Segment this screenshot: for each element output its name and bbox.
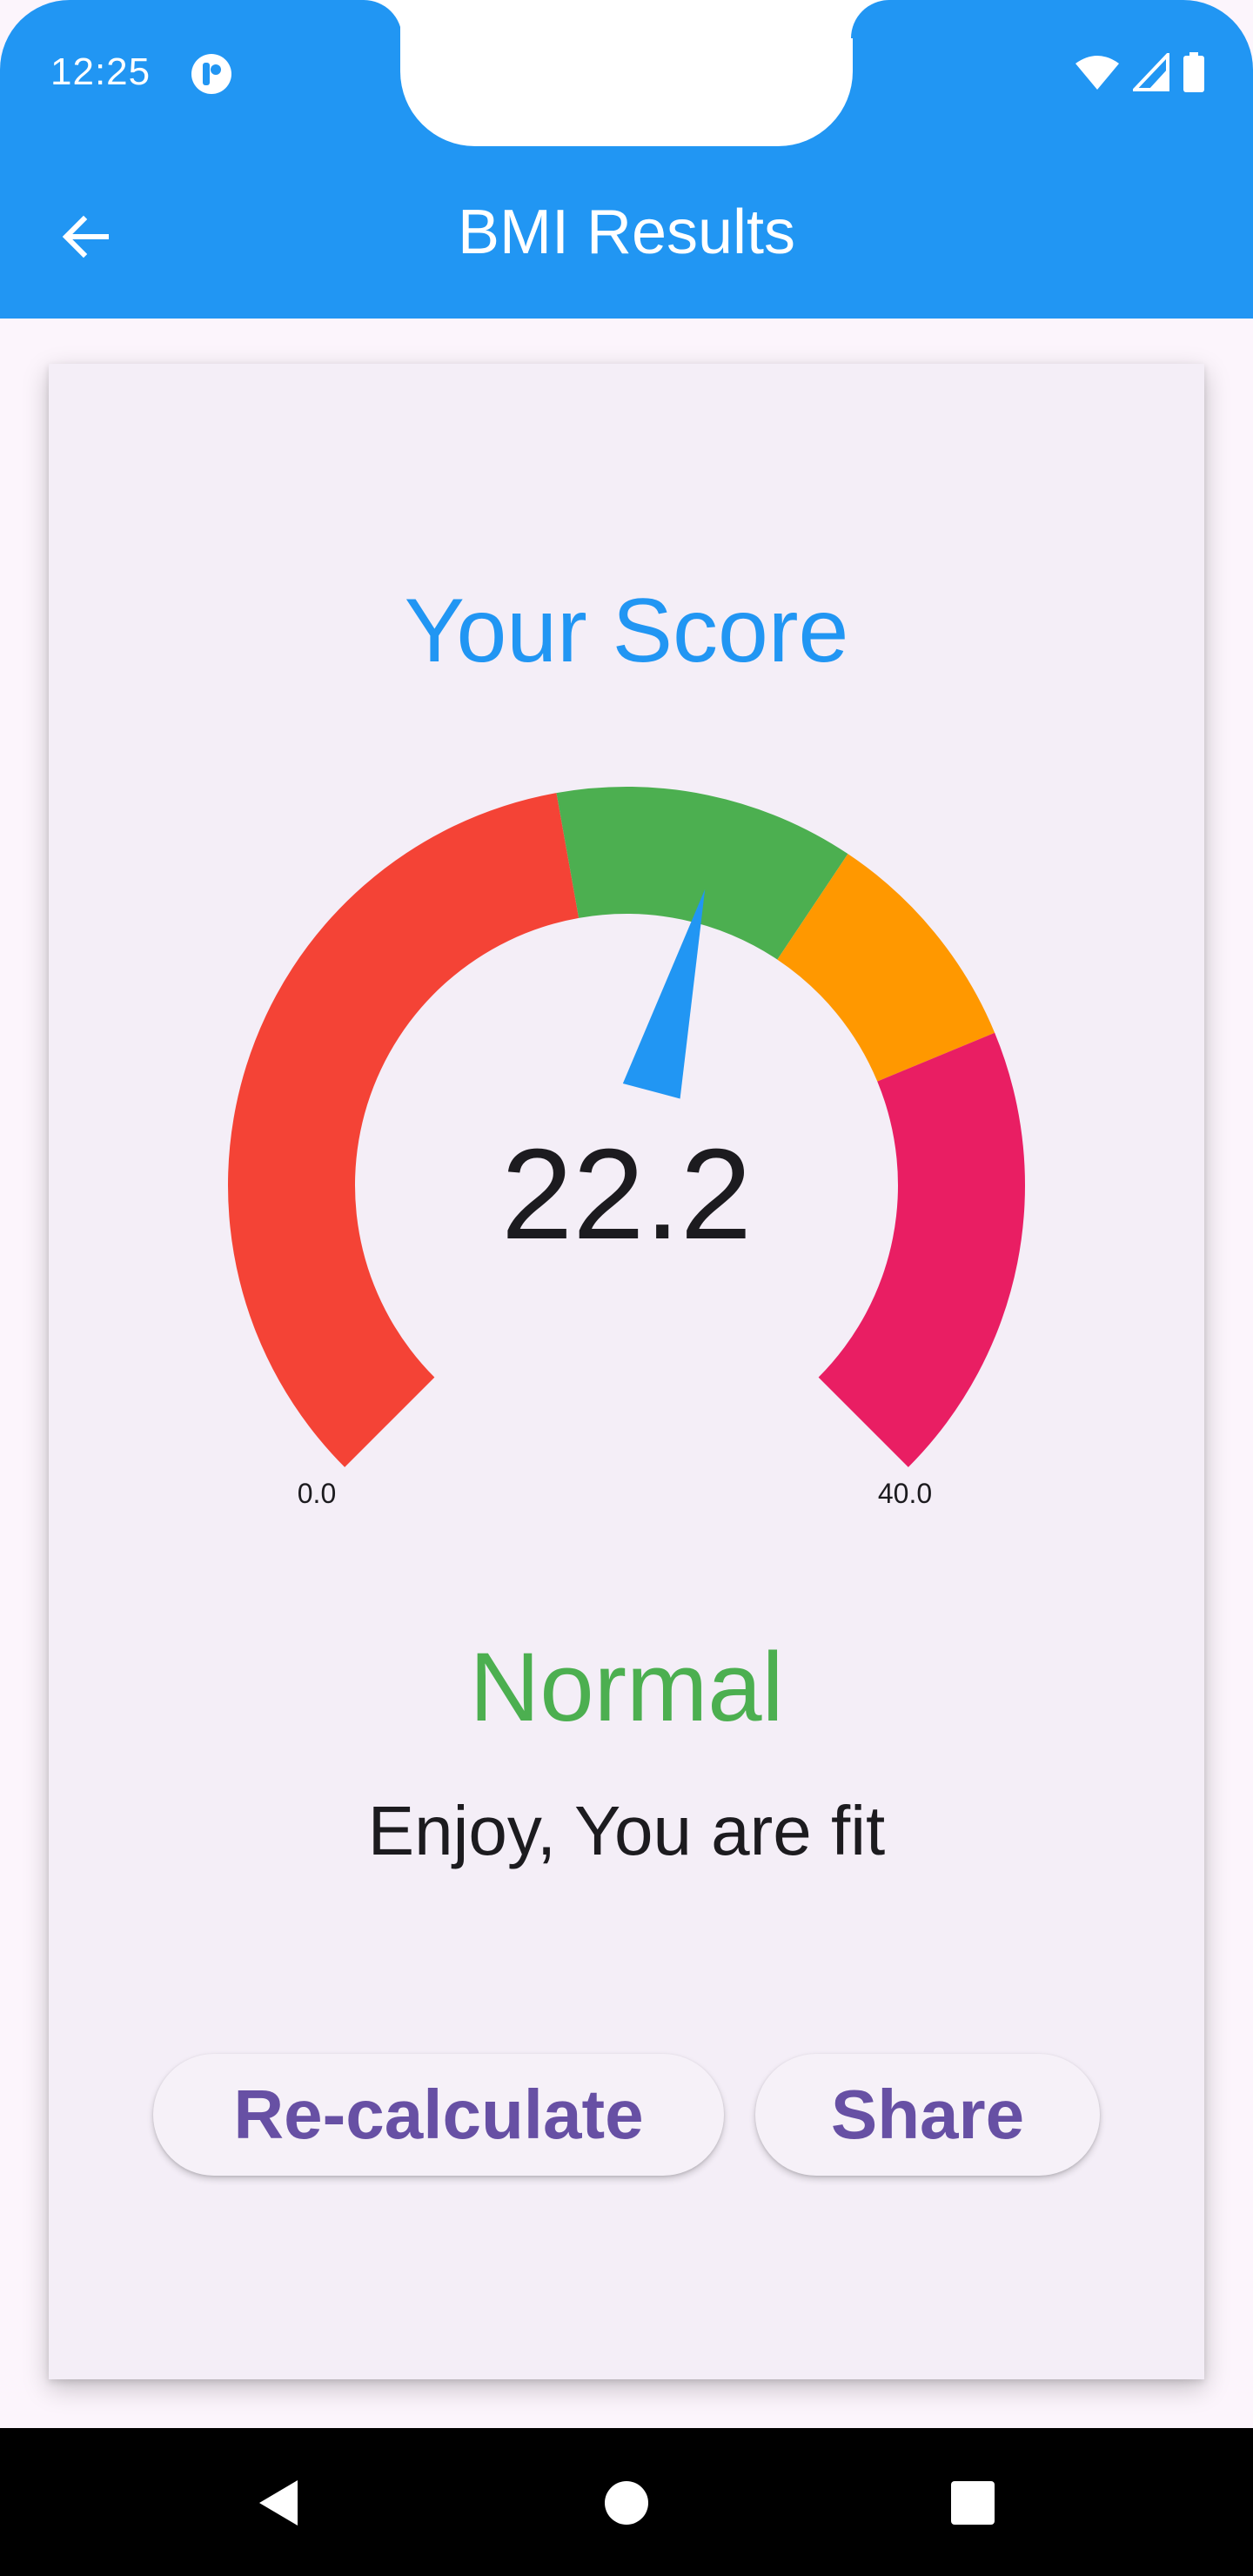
home-circle-icon	[605, 2481, 648, 2525]
app-bar: BMI Results	[0, 148, 1253, 319]
score-value: 22.2	[500, 1123, 753, 1266]
bmi-gauge	[228, 787, 1025, 1467]
nav-home-button[interactable]	[583, 2459, 670, 2546]
nav-back-button[interactable]	[235, 2459, 322, 2546]
bmi-message: Enjoy, You are fit	[367, 1792, 886, 1869]
wifi-icon	[1075, 56, 1119, 90]
recents-square-icon	[951, 2481, 995, 2525]
display-notch	[400, 0, 853, 146]
battery-icon	[1183, 52, 1204, 92]
bmi-category: Normal	[469, 1633, 784, 1741]
app-notification-icon	[191, 54, 231, 94]
notch-shoulder-left	[364, 0, 402, 38]
signal-icon	[1133, 53, 1169, 91]
back-triangle-icon	[259, 2480, 298, 2526]
result-card: Your Score 22.2 0.0 40.0 Normal Enjoy, Y…	[49, 364, 1204, 2379]
page-title: BMI Results	[457, 198, 796, 267]
status-time: 12:25	[50, 50, 151, 93]
gauge-min-label: 0.0	[297, 1478, 337, 1509]
status-bar: 12:25	[0, 0, 1253, 148]
notch-shoulder-right	[851, 0, 889, 38]
recalculate-button[interactable]: Re-calculate	[153, 2054, 724, 2176]
gauge-needle	[622, 889, 706, 1099]
status-icons	[1074, 52, 1206, 92]
system-nav-bar	[0, 2428, 1253, 2576]
gauge-max-label: 40.0	[877, 1478, 933, 1509]
share-button[interactable]: Share	[755, 2054, 1100, 2176]
nav-recents-button[interactable]	[929, 2459, 1016, 2546]
